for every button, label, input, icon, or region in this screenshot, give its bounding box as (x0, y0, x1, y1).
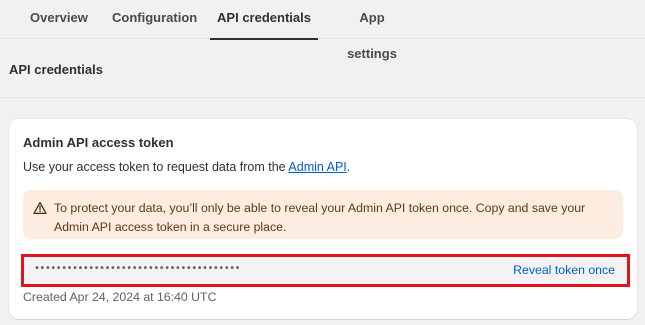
tab-api-credentials[interactable]: API credentials (210, 0, 318, 40)
reveal-token-button[interactable]: Reveal token once (513, 263, 615, 277)
description-prefix: Use your access token to request data fr… (23, 160, 289, 174)
warning-text: To protect your data, you’ll only be abl… (54, 201, 586, 234)
access-token-card: Admin API access token Use your access t… (9, 119, 637, 319)
card-title: Admin API access token (23, 135, 174, 150)
masked-token: •••••••••••••••••••••••••••••••••••••• (34, 263, 241, 274)
section-title: API credentials (9, 62, 103, 77)
warning-banner: To protect your data, you’ll only be abl… (23, 190, 623, 239)
warning-triangle-icon (33, 201, 47, 215)
section-divider (0, 97, 645, 98)
description-suffix: . (346, 160, 351, 174)
tab-app-settings[interactable]: App settings (334, 0, 410, 61)
admin-api-link[interactable]: Admin API (288, 160, 346, 174)
tab-configuration[interactable]: Configuration (112, 0, 197, 39)
tab-overview[interactable]: Overview (30, 0, 88, 39)
card-description: Use your access token to request data fr… (23, 160, 350, 174)
tab-bar: Overview Configuration API credentials A… (0, 0, 645, 61)
created-timestamp: Created Apr 24, 2024 at 16:40 UTC (23, 290, 217, 304)
token-field: •••••••••••••••••••••••••••••••••••••• R… (21, 254, 630, 287)
